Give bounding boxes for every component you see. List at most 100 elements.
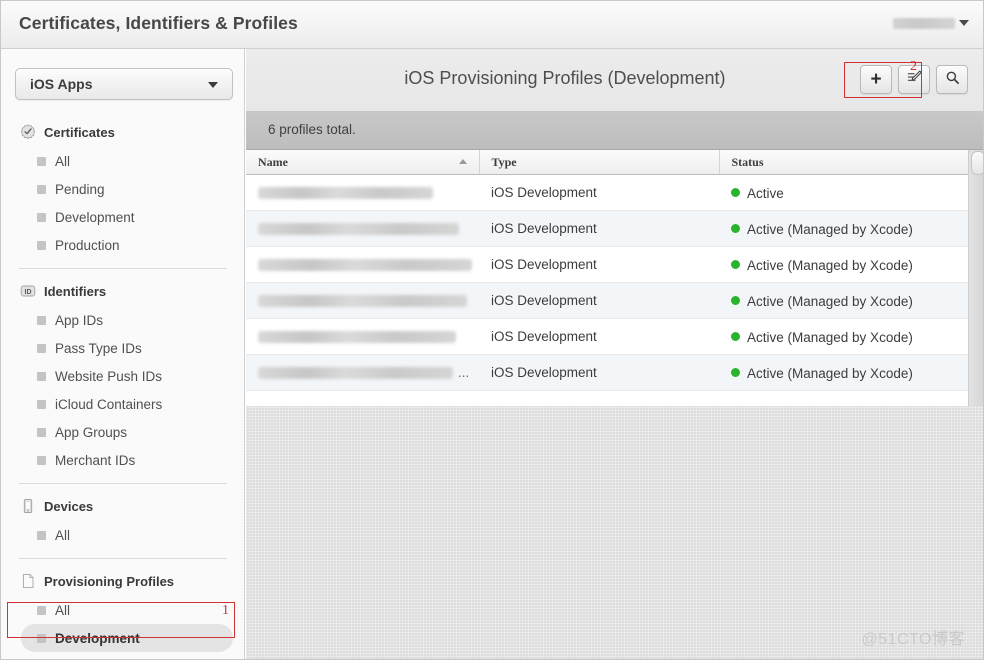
sort-ascending-icon [458, 159, 467, 164]
table-row[interactable]: iOS Development Active [246, 174, 983, 211]
edit-profiles-button[interactable] [898, 65, 930, 94]
sidebar-item-icloud-containers[interactable]: iCloud Containers [21, 390, 233, 418]
bullet-icon [37, 184, 46, 194]
account-name-redacted [893, 17, 955, 29]
nav-group-certificates: Certificates All Pending Development Pro… [1, 119, 244, 259]
profiles-table: Name Type Status iOS Development Active iO… [246, 150, 983, 391]
nav-group-header-identifiers: ID Identifiers [1, 278, 244, 304]
status-badge: Active [747, 185, 784, 201]
svg-text:ID: ID [24, 289, 31, 296]
cell-profile-status: Active (Managed by Xcode) [719, 354, 983, 391]
summary-bar: 6 profiles total. [246, 112, 983, 150]
sidebar-item-app-groups[interactable]: App Groups [21, 418, 233, 446]
sidebar-item-label: App IDs [55, 312, 104, 328]
sidebar-item-label: Merchant IDs [55, 452, 136, 468]
profile-name-redacted [258, 187, 433, 200]
sidebar-item-label: iCloud Containers [55, 396, 163, 412]
table-scrollbar-thumb[interactable] [971, 151, 983, 175]
status-dot-icon [731, 368, 740, 378]
sidebar-item-provisioning-distribution[interactable]: Distribution [21, 652, 233, 660]
profile-name-redacted [258, 223, 459, 236]
nav-group-label: Certificates [44, 124, 115, 140]
bullet-icon [37, 605, 46, 615]
status-badge: Active (Managed by Xcode) [747, 293, 913, 309]
column-header-name[interactable]: Name [246, 150, 479, 175]
cell-profile-type: iOS Development [479, 246, 719, 283]
profile-name-redacted [258, 366, 453, 379]
table-scrollbar[interactable] [968, 150, 983, 406]
table-header-row: Name Type Status [246, 150, 983, 175]
table-row[interactable]: iOS Development Active (Managed by Xcode) [246, 210, 983, 247]
cell-profile-type: iOS Development [479, 282, 719, 319]
header-actions: + [860, 65, 968, 94]
table-row[interactable]: iOS Development Active (Managed by Xcode) [246, 282, 983, 319]
sidebar-item-label: Development [55, 209, 135, 225]
table-row[interactable]: iOS Development Active (Managed by Xcode) [246, 246, 983, 283]
nav-divider [19, 558, 227, 559]
app-window: Certificates, Identifiers & Profiles iOS… [0, 0, 984, 660]
sidebar-item-app-ids[interactable]: App IDs [21, 306, 233, 334]
cell-profile-type: iOS Development [479, 318, 719, 355]
sidebar-item-provisioning-development[interactable]: Development [21, 624, 233, 652]
sidebar-item-label: Pass Type IDs [55, 340, 142, 356]
cell-profile-name [246, 282, 479, 319]
table-body: iOS Development Active iOS Development Acti… [246, 174, 983, 391]
account-menu[interactable] [893, 13, 969, 33]
sidebar-item-provisioning-all[interactable]: All [21, 596, 233, 624]
bullet-icon [37, 455, 46, 465]
profiles-total-count: 6 profiles total. [268, 122, 356, 137]
status-dot-icon [731, 260, 740, 270]
cell-profile-type: iOS Development [479, 174, 719, 211]
sidebar-item-certificates-pending[interactable]: Pending [21, 175, 233, 203]
app-type-selector[interactable]: iOS Apps [15, 68, 233, 100]
sidebar-item-pass-type-ids[interactable]: Pass Type IDs [21, 334, 233, 362]
profile-name-truncation: ... [458, 365, 470, 381]
sidebar-item-devices-all[interactable]: All [21, 521, 233, 549]
cell-profile-name [246, 318, 479, 355]
cell-profile-name [246, 210, 479, 247]
sidebar-nav: Certificates All Pending Development Pro… [1, 119, 244, 660]
sidebar-item-label: All [55, 153, 71, 169]
nav-group-header-certificates: Certificates [1, 119, 244, 145]
document-page-icon [19, 573, 36, 590]
title-bar: Certificates, Identifiers & Profiles [1, 1, 983, 49]
sidebar-item-certificates-development[interactable]: Development [21, 203, 233, 231]
profile-name-redacted [258, 295, 467, 308]
chevron-down-icon [959, 20, 969, 26]
nav-group-label: Devices [44, 498, 94, 514]
page-title: Certificates, Identifiers & Profiles [19, 13, 298, 33]
edit-pencil-icon [906, 69, 923, 91]
column-header-type[interactable]: Type [478, 150, 719, 175]
column-header-status-label: Status [731, 154, 764, 169]
bullet-icon [37, 530, 46, 540]
column-header-name-label: Name [258, 154, 288, 169]
add-profile-button[interactable]: + [860, 65, 892, 94]
column-header-status[interactable]: Status [718, 150, 983, 175]
table-row[interactable]: iOS Development Active (Managed by Xcode) [246, 318, 983, 355]
profile-name-redacted [258, 331, 456, 344]
nav-group-label: Provisioning Profiles [44, 573, 175, 589]
cell-profile-type: iOS Development [479, 354, 719, 391]
nav-group-devices: Devices All [1, 493, 244, 549]
bullet-icon [37, 156, 46, 166]
bullet-icon [37, 427, 46, 437]
nav-divider [19, 483, 227, 484]
sidebar-item-merchant-ids[interactable]: Merchant IDs [21, 446, 233, 474]
sidebar-item-label: All [55, 527, 71, 543]
cell-profile-name: ... [246, 354, 479, 391]
status-dot-icon [731, 188, 740, 198]
status-dot-icon [731, 224, 740, 234]
sidebar-item-label: All [55, 602, 71, 618]
device-phone-icon [19, 498, 36, 515]
status-badge: Active (Managed by Xcode) [747, 257, 913, 273]
sidebar-item-label: App Groups [55, 424, 128, 440]
search-button[interactable] [936, 65, 968, 94]
content-header: iOS Provisioning Profiles (Development) … [246, 49, 983, 112]
sidebar-item-certificates-all[interactable]: All [21, 147, 233, 175]
status-badge: Active (Managed by Xcode) [747, 365, 913, 381]
sidebar-item-certificates-production[interactable]: Production [21, 231, 233, 259]
table-row[interactable]: ... iOS Development Active (Managed by Xco… [246, 354, 983, 391]
column-header-type-label: Type [491, 154, 517, 169]
nav-group-identifiers: ID Identifiers App IDs Pass Type IDs Web… [1, 278, 244, 474]
sidebar-item-website-push-ids[interactable]: Website Push IDs [21, 362, 233, 390]
